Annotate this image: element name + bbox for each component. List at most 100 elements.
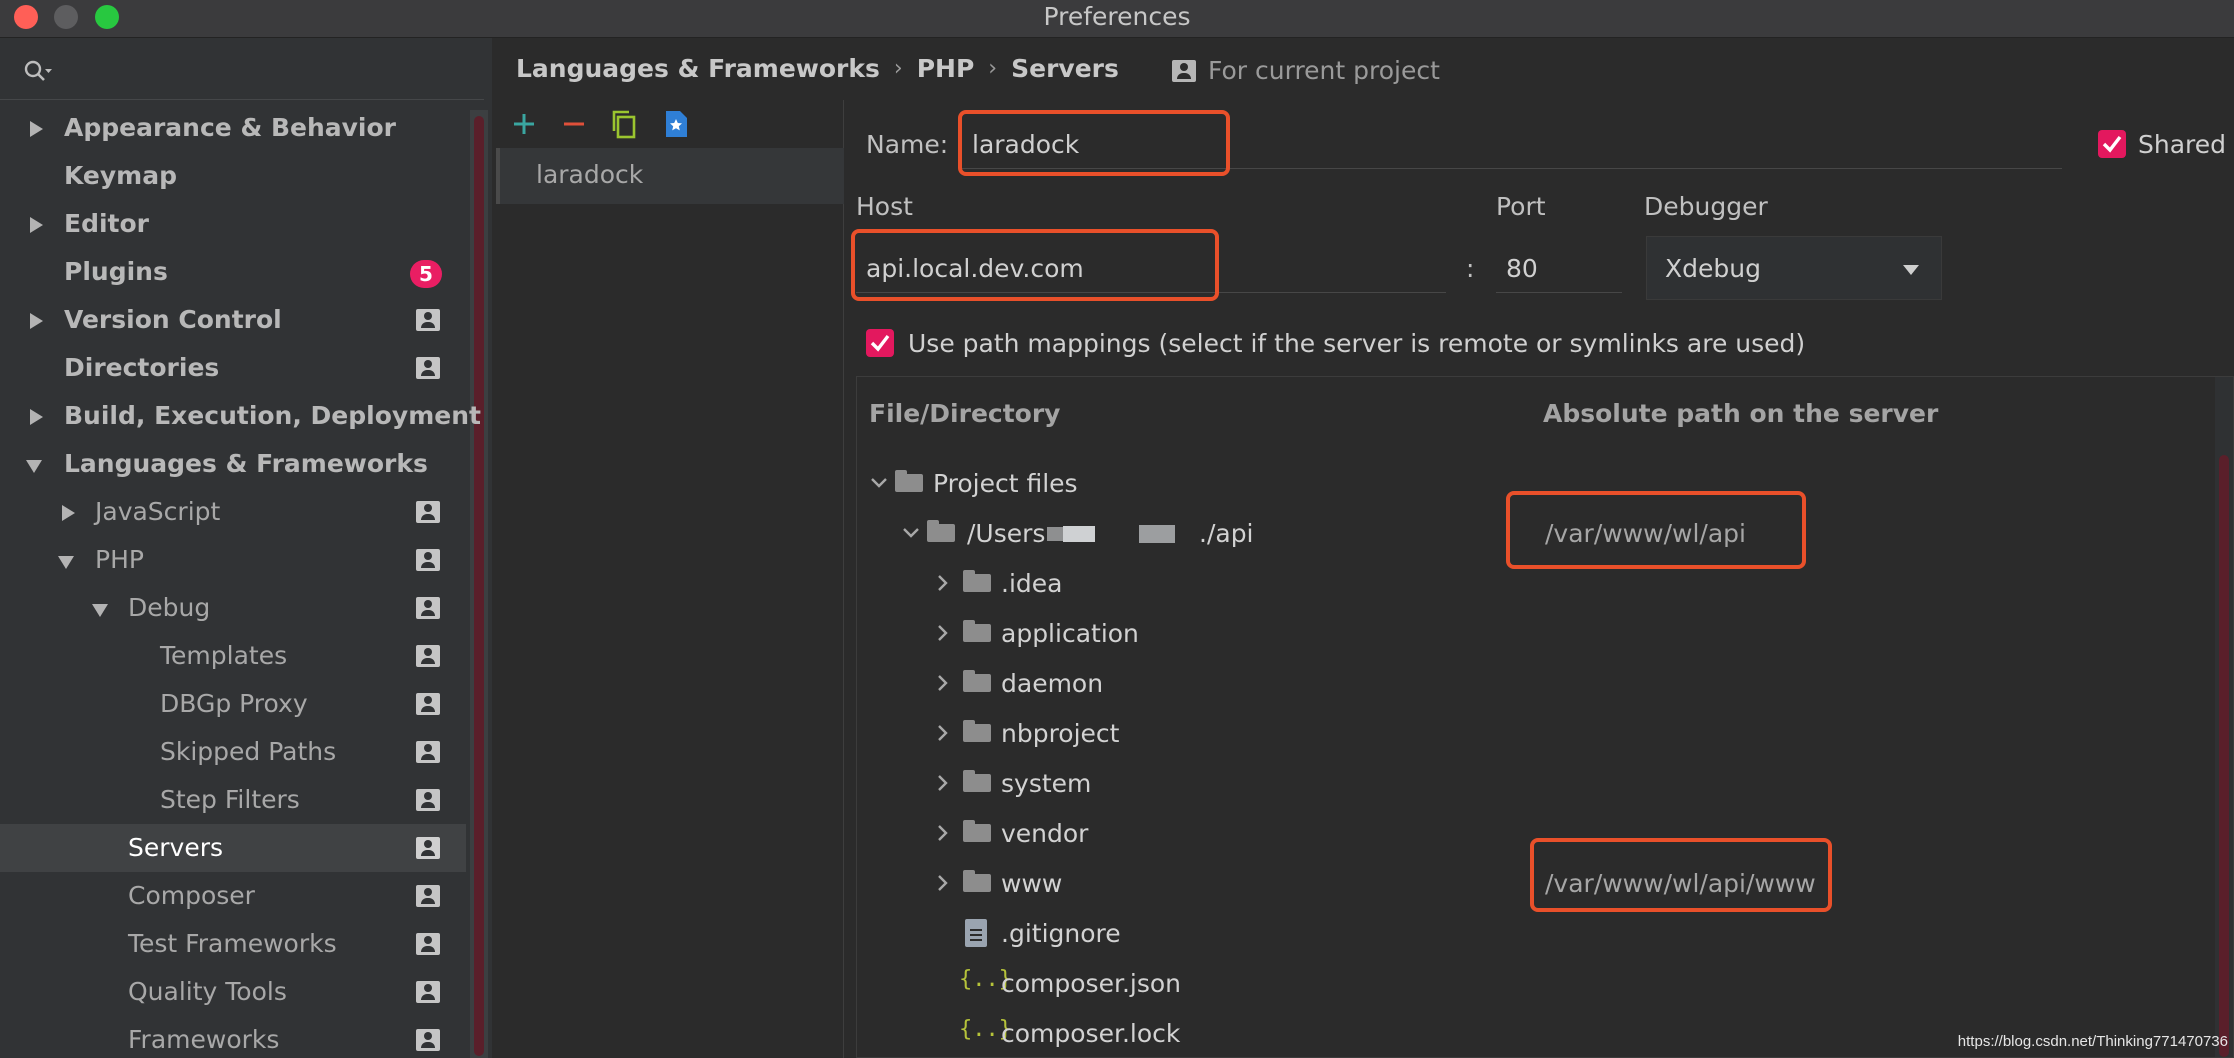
remove-icon[interactable]: [558, 108, 590, 140]
chevron-down-icon[interactable]: [869, 473, 889, 493]
redacted-text: [1139, 525, 1175, 543]
server-list-panel: laradock: [496, 100, 844, 1058]
collapse-arrow-icon[interactable]: [58, 556, 74, 569]
table-row[interactable]: www /var/www/wl/api/www: [857, 859, 2197, 909]
copy-icon[interactable]: [608, 108, 640, 140]
import-config-icon[interactable]: [660, 108, 692, 140]
project-scope-icon: [416, 645, 440, 667]
project-scope-icon: [416, 549, 440, 571]
text-file-icon: [965, 919, 987, 947]
redacted-text: [1063, 526, 1095, 542]
sidebar-item-plugins[interactable]: Plugins 5: [0, 248, 466, 296]
sidebar-item-keymap[interactable]: Keymap: [0, 152, 466, 200]
title-bar: Preferences: [0, 0, 2234, 38]
chevron-right-icon[interactable]: [933, 623, 953, 643]
file-tree-label: www: [1001, 869, 1063, 898]
file-tree-label: /Users: [967, 519, 1046, 548]
table-row[interactable]: nbproject: [857, 709, 2197, 759]
file-tree-label: nbproject: [1001, 719, 1120, 748]
sidebar-item-test-frameworks[interactable]: Test Frameworks: [0, 920, 466, 968]
debugger-select[interactable]: Xdebug: [1646, 236, 1942, 300]
server-list-item[interactable]: laradock: [496, 148, 844, 204]
project-scope-icon: [416, 789, 440, 811]
folder-icon: [895, 470, 923, 492]
server-list-toolbar: [496, 100, 844, 148]
project-scope-icon: [1172, 60, 1196, 82]
path-mappings-table: File/Directory Absolute path on the serv…: [856, 376, 2234, 1058]
chevron-right-icon[interactable]: [933, 823, 953, 843]
sidebar-item-javascript[interactable]: JavaScript: [0, 488, 466, 536]
sidebar-item-quality-tools[interactable]: Quality Tools: [0, 968, 466, 1016]
shared-checkbox[interactable]: [2098, 130, 2126, 158]
highlight-box: [1506, 491, 1806, 569]
project-scope-icon: [416, 885, 440, 907]
add-icon[interactable]: [508, 108, 540, 140]
use-path-mappings-checkbox[interactable]: [866, 329, 894, 357]
file-tree-label: composer.lock: [1001, 1019, 1181, 1048]
sidebar-item-version-control[interactable]: Version Control: [0, 296, 466, 344]
shared-label: Shared: [2138, 130, 2227, 159]
sidebar-item-step-filters[interactable]: Step Filters: [0, 776, 466, 824]
column-header-file-directory[interactable]: File/Directory: [869, 399, 1060, 428]
sidebar-item-directories[interactable]: Directories: [0, 344, 466, 392]
sidebar-item-frameworks[interactable]: Frameworks: [0, 1016, 466, 1058]
table-row[interactable]: application: [857, 609, 2197, 659]
highlight-box: [851, 229, 1219, 301]
table-scrollbar[interactable]: [2215, 377, 2233, 1057]
sidebar-item-languages-frameworks[interactable]: Languages & Frameworks: [0, 440, 466, 488]
sidebar-item-servers[interactable]: Servers: [0, 824, 466, 872]
table-row[interactable]: system: [857, 759, 2197, 809]
sidebar-item-debug[interactable]: Debug: [0, 584, 466, 632]
sidebar-item-build-execution-deployment[interactable]: Build, Execution, Deployment: [0, 392, 481, 440]
expand-arrow-icon[interactable]: [30, 217, 43, 233]
project-scope-icon: [416, 357, 440, 379]
sidebar-item-composer[interactable]: Composer: [0, 872, 466, 920]
chevron-right-icon[interactable]: [933, 873, 953, 893]
chevron-right-icon[interactable]: [933, 673, 953, 693]
table-row[interactable]: vendor: [857, 809, 2197, 859]
for-current-project-note: For current project: [1172, 56, 1440, 85]
expand-arrow-icon[interactable]: [30, 121, 43, 137]
expand-arrow-icon[interactable]: [30, 409, 43, 425]
folder-icon: [963, 720, 991, 742]
settings-search-field[interactable]: [0, 38, 484, 100]
name-label: Name:: [866, 130, 949, 159]
table-row[interactable]: {..} composer.json: [857, 959, 2197, 1009]
sidebar-item-appearance-behavior[interactable]: Appearance & Behavior: [0, 104, 466, 152]
table-row[interactable]: .gitignore: [857, 909, 2197, 959]
file-tree-label: vendor: [1001, 819, 1089, 848]
file-tree-label-suffix: ./api: [1199, 519, 1254, 548]
breadcrumb: Languages & Frameworks › PHP › Servers: [516, 52, 1119, 90]
breadcrumb-item: Servers: [1011, 53, 1119, 83]
folder-icon: [963, 620, 991, 642]
expand-arrow-icon[interactable]: [30, 313, 43, 329]
host-port-separator: :: [1466, 254, 1475, 283]
chevron-down-icon[interactable]: [901, 523, 921, 543]
sidebar-item-editor[interactable]: Editor: [0, 200, 466, 248]
sidebar-item-skipped-paths[interactable]: Skipped Paths: [0, 728, 466, 776]
collapse-arrow-icon[interactable]: [26, 460, 42, 473]
file-tree-label: daemon: [1001, 669, 1104, 698]
chevron-right-icon[interactable]: [933, 773, 953, 793]
column-header-server-path[interactable]: Absolute path on the server: [1543, 399, 1938, 428]
sidebar-scrollbar[interactable]: [470, 110, 488, 1058]
breadcrumb-item: Languages & Frameworks: [516, 53, 880, 83]
chevron-down-icon: [1903, 265, 1919, 275]
table-row[interactable]: daemon: [857, 659, 2197, 709]
collapse-arrow-icon[interactable]: [92, 604, 108, 617]
project-scope-icon: [416, 837, 440, 859]
folder-icon: [963, 570, 991, 592]
chevron-right-icon[interactable]: [933, 723, 953, 743]
sidebar-item-dbgp-proxy[interactable]: DBGp Proxy: [0, 680, 466, 728]
file-tree-label: .idea: [1001, 569, 1063, 598]
debugger-selected-value: Xdebug: [1665, 254, 1761, 283]
checkmark-icon: [2102, 135, 2122, 153]
sidebar-item-php[interactable]: PHP: [0, 536, 466, 584]
expand-arrow-icon[interactable]: [62, 505, 75, 521]
checkmark-icon: [870, 334, 890, 352]
chevron-right-icon[interactable]: [933, 573, 953, 593]
sidebar-item-templates[interactable]: Templates: [0, 632, 466, 680]
project-scope-icon: [416, 741, 440, 763]
watermark: https://blog.csdn.net/Thinking771470736: [1957, 1033, 2228, 1050]
port-input[interactable]: 80: [1506, 254, 1538, 283]
